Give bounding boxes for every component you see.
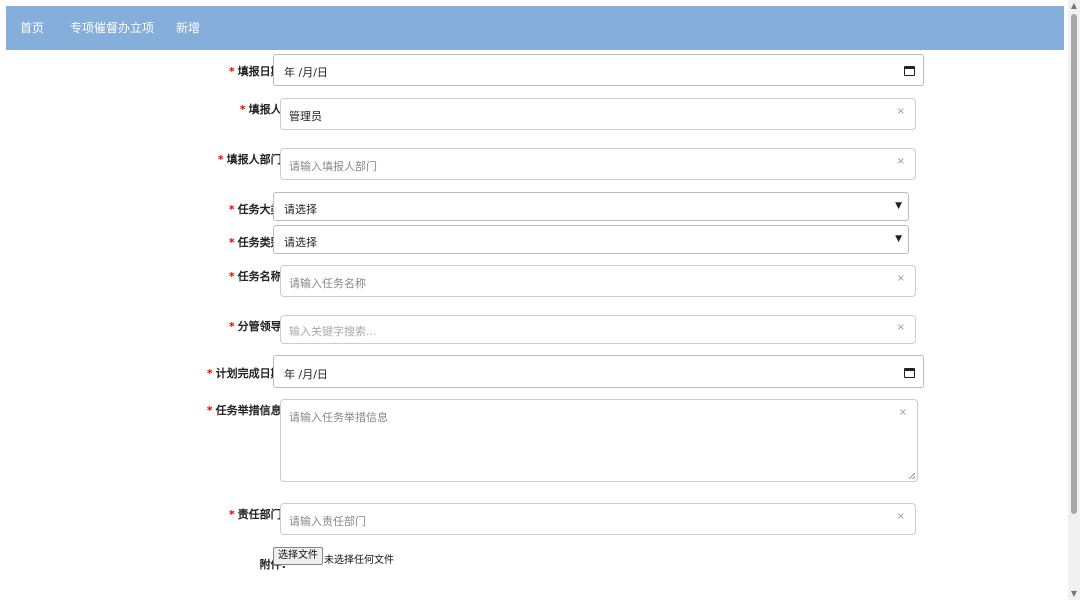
choose-file-button[interactable]: 选择文件 bbox=[273, 547, 323, 565]
reporter-dept-label: * 填报人部门: bbox=[218, 151, 286, 167]
measures-label: * 任务举措信息: bbox=[207, 402, 286, 418]
top-nav-bar: 首页 专项催督办立项 新增 bbox=[6, 6, 1064, 50]
required-mark: * bbox=[228, 508, 235, 521]
task-category-select[interactable]: 请选择 ▼ bbox=[273, 192, 909, 221]
report-date-value: 年 /月/日 bbox=[284, 66, 328, 79]
task-type-value: 请选择 bbox=[284, 236, 317, 249]
required-mark: * bbox=[228, 236, 235, 249]
nav-item-home[interactable]: 首页 bbox=[20, 6, 44, 50]
scroll-up-arrow-icon[interactable]: ▲ bbox=[1068, 0, 1080, 12]
required-mark: * bbox=[228, 270, 235, 283]
required-mark: * bbox=[217, 153, 224, 166]
chevron-down-icon: ▼ bbox=[895, 201, 902, 211]
clear-icon[interactable]: × bbox=[897, 156, 905, 167]
required-mark: * bbox=[228, 320, 235, 333]
reporter-dept-label-text: 填报人部门: bbox=[226, 153, 286, 166]
nav-item-special-supervision[interactable]: 专项催督办立项 bbox=[70, 6, 154, 50]
resp-dept-input[interactable]: 请输入责任部门 × bbox=[280, 503, 916, 535]
task-name-input[interactable]: 请输入任务名称 × bbox=[280, 265, 916, 297]
required-mark: * bbox=[228, 65, 235, 78]
reporter-value: 管理员 bbox=[289, 110, 322, 123]
scrollbar-thumb[interactable] bbox=[1071, 14, 1077, 514]
calendar-icon[interactable] bbox=[904, 66, 915, 76]
vertical-scrollbar[interactable]: ▲ ▼ bbox=[1068, 0, 1080, 600]
required-mark: * bbox=[228, 203, 235, 216]
report-date-input[interactable]: 年 /月/日 bbox=[273, 54, 924, 86]
plan-date-value: 年 /月/日 bbox=[284, 368, 328, 381]
task-type-select[interactable]: 请选择 ▼ bbox=[273, 225, 909, 254]
leader-label-text: 分管领导: bbox=[237, 320, 286, 333]
clear-icon[interactable]: × bbox=[897, 106, 905, 117]
resize-handle-icon[interactable] bbox=[909, 473, 915, 479]
resp-dept-label: * 责任部门: bbox=[229, 506, 286, 522]
task-category-value: 请选择 bbox=[284, 203, 317, 216]
reporter-dept-input[interactable]: 请输入填报人部门 × bbox=[280, 148, 916, 180]
clear-icon[interactable]: × bbox=[899, 407, 907, 418]
task-name-placeholder: 请输入任务名称 bbox=[289, 277, 366, 290]
reporter-input[interactable]: 管理员 × bbox=[280, 98, 916, 130]
required-mark: * bbox=[206, 404, 213, 417]
chevron-down-icon: ▼ bbox=[895, 234, 902, 244]
clear-icon[interactable]: × bbox=[897, 322, 905, 333]
measures-textarea[interactable]: 请输入任务举措信息 × bbox=[280, 399, 918, 482]
page: 首页 专项催督办立项 新增 * 填报日期: 年 /月/日 * 填报人: 管理员 × … bbox=[0, 0, 1080, 600]
file-status-text: 未选择任何文件 bbox=[324, 555, 394, 566]
calendar-icon[interactable] bbox=[904, 368, 915, 378]
plan-date-input[interactable]: 年 /月/日 bbox=[273, 355, 924, 388]
measures-label-text: 任务举措信息: bbox=[215, 404, 286, 417]
scroll-down-arrow-icon[interactable]: ▼ bbox=[1068, 588, 1080, 600]
leader-label: * 分管领导: bbox=[229, 318, 286, 334]
leader-search-input[interactable]: 输入关键字搜索... × bbox=[280, 315, 916, 344]
resp-dept-placeholder: 请输入责任部门 bbox=[289, 515, 366, 528]
reporter-dept-placeholder: 请输入填报人部门 bbox=[289, 160, 377, 173]
task-name-label-text: 任务名称: bbox=[237, 270, 286, 283]
required-mark: * bbox=[206, 367, 213, 380]
leader-placeholder: 输入关键字搜索... bbox=[289, 325, 377, 338]
measures-placeholder: 请输入任务举措信息 bbox=[289, 411, 388, 424]
clear-icon[interactable]: × bbox=[897, 511, 905, 522]
task-name-label: * 任务名称: bbox=[229, 268, 286, 284]
required-mark: * bbox=[239, 103, 246, 116]
clear-icon[interactable]: × bbox=[897, 273, 905, 284]
nav-item-new[interactable]: 新增 bbox=[176, 6, 200, 50]
resp-dept-label-text: 责任部门: bbox=[237, 508, 286, 521]
